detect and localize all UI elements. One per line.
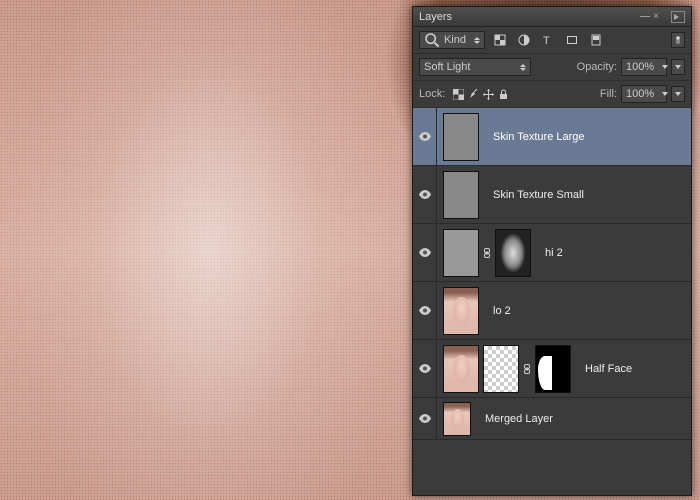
layer-thumbnail[interactable] [443, 229, 479, 277]
panel-tab-controls: × [640, 11, 659, 22]
layer-thumbnail[interactable] [535, 345, 571, 393]
opacity-value: 100% [626, 61, 654, 73]
layer-name[interactable]: Merged Layer [485, 413, 553, 425]
fill-flyout[interactable] [671, 86, 685, 102]
filter-pixel-icon[interactable] [491, 32, 509, 48]
search-icon [424, 32, 440, 48]
visibility-toggle[interactable] [413, 166, 437, 223]
opacity-flyout[interactable] [671, 59, 685, 75]
layer-name[interactable]: Skin Texture Small [493, 189, 584, 201]
layer-thumbnails [437, 171, 485, 219]
mask-link-icon[interactable] [483, 248, 491, 258]
mask-link-icon[interactable] [523, 364, 531, 374]
panel-menu-button[interactable] [671, 11, 685, 23]
layer-thumbnails [437, 229, 537, 277]
svg-text:T: T [543, 35, 550, 46]
lock-transparency-icon[interactable] [453, 89, 464, 100]
layer-thumbnail[interactable] [443, 345, 479, 393]
layer-row[interactable]: Half Face [413, 340, 691, 398]
layer-thumbnail[interactable] [443, 113, 479, 161]
layer-row[interactable]: hi 2 [413, 224, 691, 282]
panel-titlebar[interactable]: Layers × [413, 7, 691, 27]
layer-thumbnail[interactable] [443, 402, 471, 436]
lock-position-icon[interactable] [483, 89, 494, 100]
layer-row[interactable]: lo 2 [413, 282, 691, 340]
close-icon[interactable]: × [653, 11, 659, 22]
visibility-toggle[interactable] [413, 108, 437, 165]
layer-name[interactable]: hi 2 [545, 247, 563, 259]
visibility-toggle[interactable] [413, 224, 437, 281]
lock-fill-row: Lock: Fill: 100% [413, 81, 691, 108]
fill-input[interactable]: 100% [621, 85, 667, 103]
visibility-toggle[interactable] [413, 282, 437, 339]
layer-thumbnails [437, 113, 485, 161]
layer-name[interactable]: Skin Texture Large [493, 131, 585, 143]
layer-row[interactable]: Skin Texture Small [413, 166, 691, 224]
lock-all-icon[interactable] [498, 89, 509, 100]
fill-label: Fill: [600, 88, 617, 100]
opacity-input[interactable]: 100% [621, 58, 667, 76]
layer-thumbnails [437, 287, 485, 335]
blend-mode-value: Soft Light [424, 61, 470, 73]
filter-shape-icon[interactable] [563, 32, 581, 48]
layer-filter-row: Kind T [413, 27, 691, 54]
filter-toggle-switch[interactable] [671, 32, 685, 48]
filter-type-text-icon[interactable]: T [539, 32, 557, 48]
layer-name[interactable]: Half Face [585, 363, 632, 375]
fill-value: 100% [626, 88, 654, 100]
layers-panel: Layers × Kind T Soft Light Opacity: [412, 6, 692, 496]
layer-thumbnails [437, 345, 577, 393]
opacity-label: Opacity: [577, 61, 617, 73]
collapse-icon[interactable] [640, 16, 650, 17]
layer-thumbnail[interactable] [483, 345, 519, 393]
lock-pixels-icon[interactable] [468, 89, 479, 100]
layer-thumbnails [437, 402, 477, 436]
filter-type-dropdown[interactable]: Kind [419, 31, 485, 49]
layer-mask-thumbnail[interactable] [495, 229, 531, 277]
panel-title[interactable]: Layers [419, 11, 452, 23]
visibility-toggle[interactable] [413, 340, 437, 397]
filter-adjustment-icon[interactable] [515, 32, 533, 48]
layers-list[interactable]: Skin Texture Large Skin Texture Small hi 2… [413, 108, 691, 495]
filter-smart-icon[interactable] [587, 32, 605, 48]
blend-mode-dropdown[interactable]: Soft Light [419, 58, 531, 76]
visibility-toggle[interactable] [413, 398, 437, 439]
layer-name[interactable]: lo 2 [493, 305, 511, 317]
blend-opacity-row: Soft Light Opacity: 100% [413, 54, 691, 81]
filter-type-label: Kind [444, 34, 466, 46]
layer-row[interactable]: Merged Layer [413, 398, 691, 440]
layer-row[interactable]: Skin Texture Large [413, 108, 691, 166]
layer-thumbnail[interactable] [443, 287, 479, 335]
layer-thumbnail[interactable] [443, 171, 479, 219]
lock-label: Lock: [419, 88, 445, 100]
